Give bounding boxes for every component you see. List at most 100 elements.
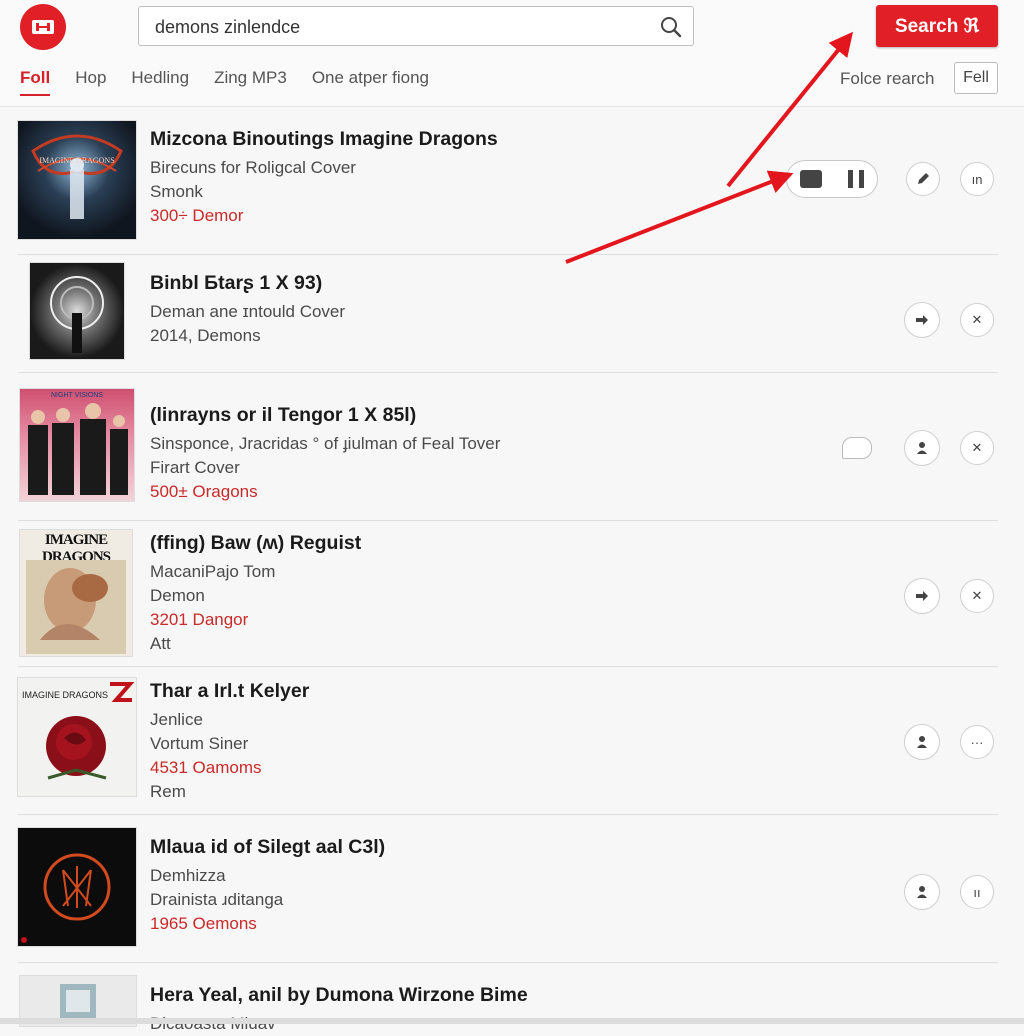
item-artist: Smonk	[150, 182, 203, 201]
item-meta: Binbl Бtarʂ 1 X 93) Deman ane ɪntould Co…	[150, 272, 345, 348]
list-item[interactable]: Hera Yeal, anil by Dumona Wirzone Bime D…	[18, 962, 998, 1033]
app-logo[interactable]	[20, 4, 66, 50]
tab-hedling[interactable]: Hedling	[131, 68, 189, 96]
list-item[interactable]: IMAGINE DRAGONS Mizcona Binoutings Imagi…	[18, 106, 998, 255]
item-title[interactable]: Thar a Irl.t Kelyer	[150, 680, 309, 703]
item-title[interactable]: Hera Yeal, anil by Dumona Wirzone Bime	[150, 984, 528, 1007]
more-icon: ···	[970, 734, 984, 750]
arrow-icon	[916, 591, 928, 601]
remove-button[interactable]: ✕	[960, 303, 994, 337]
arrow-icon	[916, 315, 928, 325]
chat-icon[interactable]	[842, 437, 872, 459]
item-subtitle: Dicaoasta Miuav	[150, 1012, 528, 1036]
search-button-label: Search ℜ	[894, 15, 980, 37]
item-stats: 1965 Oemons	[150, 914, 257, 933]
item-stats: 500± Oragons	[150, 482, 258, 501]
play-pause-toggle[interactable]	[786, 160, 878, 198]
item-subtitle: Jenlice	[150, 710, 203, 729]
close-icon: ✕	[971, 588, 983, 603]
tab-zing-mp3[interactable]: Zing MP3	[214, 68, 287, 96]
item-extra: Rem	[150, 782, 186, 801]
list-item[interactable]: Mlaua id of Silegt aal C3l) Demhizza Dra…	[18, 814, 998, 963]
pause-icon[interactable]	[848, 170, 864, 188]
list-item[interactable]: IMAGINE DRAGONS (ffing) Baw (ʍ) Reguist …	[18, 520, 998, 667]
force-search-link[interactable]: Folce rearch	[840, 69, 934, 89]
item-actions: ···	[904, 724, 994, 760]
bottom-edge	[0, 1018, 1024, 1024]
edit-button[interactable]	[906, 162, 940, 196]
more-icon: ıı	[973, 884, 981, 900]
album-art	[18, 828, 136, 946]
remove-button[interactable]: ✕	[960, 431, 994, 465]
item-subtitle: Birecuns for Roligcal Cover	[150, 158, 356, 177]
item-actions: ın	[786, 160, 994, 198]
share-button[interactable]	[904, 302, 940, 338]
more-button[interactable]: ···	[960, 725, 994, 759]
filter-tabs: Foll Hop Hedling Zing MP3 One atper fion…	[20, 68, 454, 96]
tab-one-atper-fiong[interactable]: One atper fiong	[312, 68, 429, 96]
item-actions: ✕	[904, 578, 994, 614]
item-type: Firart Cover	[150, 458, 240, 477]
item-subtitle: MacaniPajo Tom	[150, 562, 276, 581]
user-button[interactable]	[904, 430, 940, 466]
item-stats: 4531 Oamoms	[150, 758, 262, 777]
logo-icon	[32, 20, 54, 34]
album-art: NIGHT VISIONS	[20, 389, 134, 501]
item-title[interactable]: Mizcona Binoutings Imagine Dragons	[150, 128, 498, 151]
tab-foll[interactable]: Foll	[20, 68, 51, 96]
user-icon	[917, 442, 927, 454]
list-item[interactable]: IMAGINE DRAGONS Thar a Irl.t Kelyer Jenl…	[18, 666, 998, 815]
top-bar: Search ℜ Foll Hop Hedling Zing MP3 One a…	[0, 0, 1024, 107]
item-actions: ✕	[842, 430, 994, 466]
search-box[interactable]	[138, 6, 694, 47]
item-title[interactable]: (ffing) Baw (ʍ) Reguist	[150, 532, 361, 555]
close-icon: ✕	[971, 312, 983, 327]
tab-hop[interactable]: Hop	[75, 68, 106, 96]
album-art	[30, 263, 124, 359]
user-button[interactable]	[904, 724, 940, 760]
item-title[interactable]: Mlaua id of Silegt aal C3l)	[150, 836, 385, 859]
share-button[interactable]	[904, 578, 940, 614]
album-art: IMAGINE DRAGONS	[18, 121, 136, 239]
user-icon	[917, 886, 927, 898]
more-icon: ın	[971, 171, 983, 187]
item-artist: Drainista ɹditanga	[150, 890, 284, 909]
list-item[interactable]: NIGHT VISIONS (linrayns or il Tengor 1 X…	[18, 372, 998, 521]
play-icon[interactable]	[800, 170, 822, 188]
item-subtitle: Demhizza	[150, 866, 226, 885]
pen-icon	[918, 173, 929, 184]
item-actions: ✕	[904, 302, 994, 338]
item-meta: Hera Yeal, anil by Dumona Wirzone Bime D…	[150, 984, 528, 1036]
item-subtitle: Deman ane ɪntould Cover	[150, 302, 346, 321]
item-stats: 300÷ Demor	[150, 206, 244, 225]
more-button[interactable]: ın	[960, 162, 994, 196]
album-art-text: IMAGINE DRAGONS	[39, 156, 115, 165]
list-item[interactable]: Binbl Бtarʂ 1 X 93) Deman ane ɪntould Co…	[18, 254, 998, 373]
user-icon	[917, 736, 927, 748]
search-button[interactable]: Search ℜ	[876, 5, 998, 47]
item-meta: Thar a Irl.t Kelyer Jenlice Vortum Siner…	[150, 680, 309, 804]
item-meta: Mlaua id of Silegt aal C3l) Demhizza Dra…	[150, 836, 385, 936]
item-meta: Mizcona Binoutings Imagine Dragons Birec…	[150, 128, 498, 228]
item-artist: Vortum Siner	[150, 734, 249, 753]
remove-button[interactable]: ✕	[960, 579, 994, 613]
more-button[interactable]: ıı	[960, 875, 994, 909]
item-meta: (linrayns or il Tengor 1 X 85l) Sinsponc…	[150, 404, 500, 504]
album-art: IMAGINE DRAGONS	[18, 678, 136, 796]
item-meta: (ffing) Baw (ʍ) Reguist MacaniPajo Tom D…	[150, 532, 361, 656]
search-input[interactable]	[153, 7, 657, 47]
item-stats: 3201 Dangor	[150, 610, 249, 629]
item-title[interactable]: (linrayns or il Tengor 1 X 85l)	[150, 404, 500, 427]
album-art: IMAGINE DRAGONS	[20, 530, 132, 656]
user-button[interactable]	[904, 874, 940, 910]
item-artist: Demon	[150, 586, 205, 605]
fell-button[interactable]: Fell	[954, 62, 998, 94]
item-subtitle: Sinsponce, Jracridas ° of ɟiulman of Fea…	[150, 434, 501, 453]
item-title[interactable]: Binbl Бtarʂ 1 X 93)	[150, 272, 345, 295]
close-icon: ✕	[971, 440, 983, 455]
item-actions: ıı	[904, 874, 994, 910]
album-art-text: NIGHT VISIONS	[51, 392, 103, 399]
search-icon[interactable]	[659, 15, 683, 39]
item-extra: Att	[150, 634, 171, 653]
item-year: 2014, Demons	[150, 326, 261, 345]
